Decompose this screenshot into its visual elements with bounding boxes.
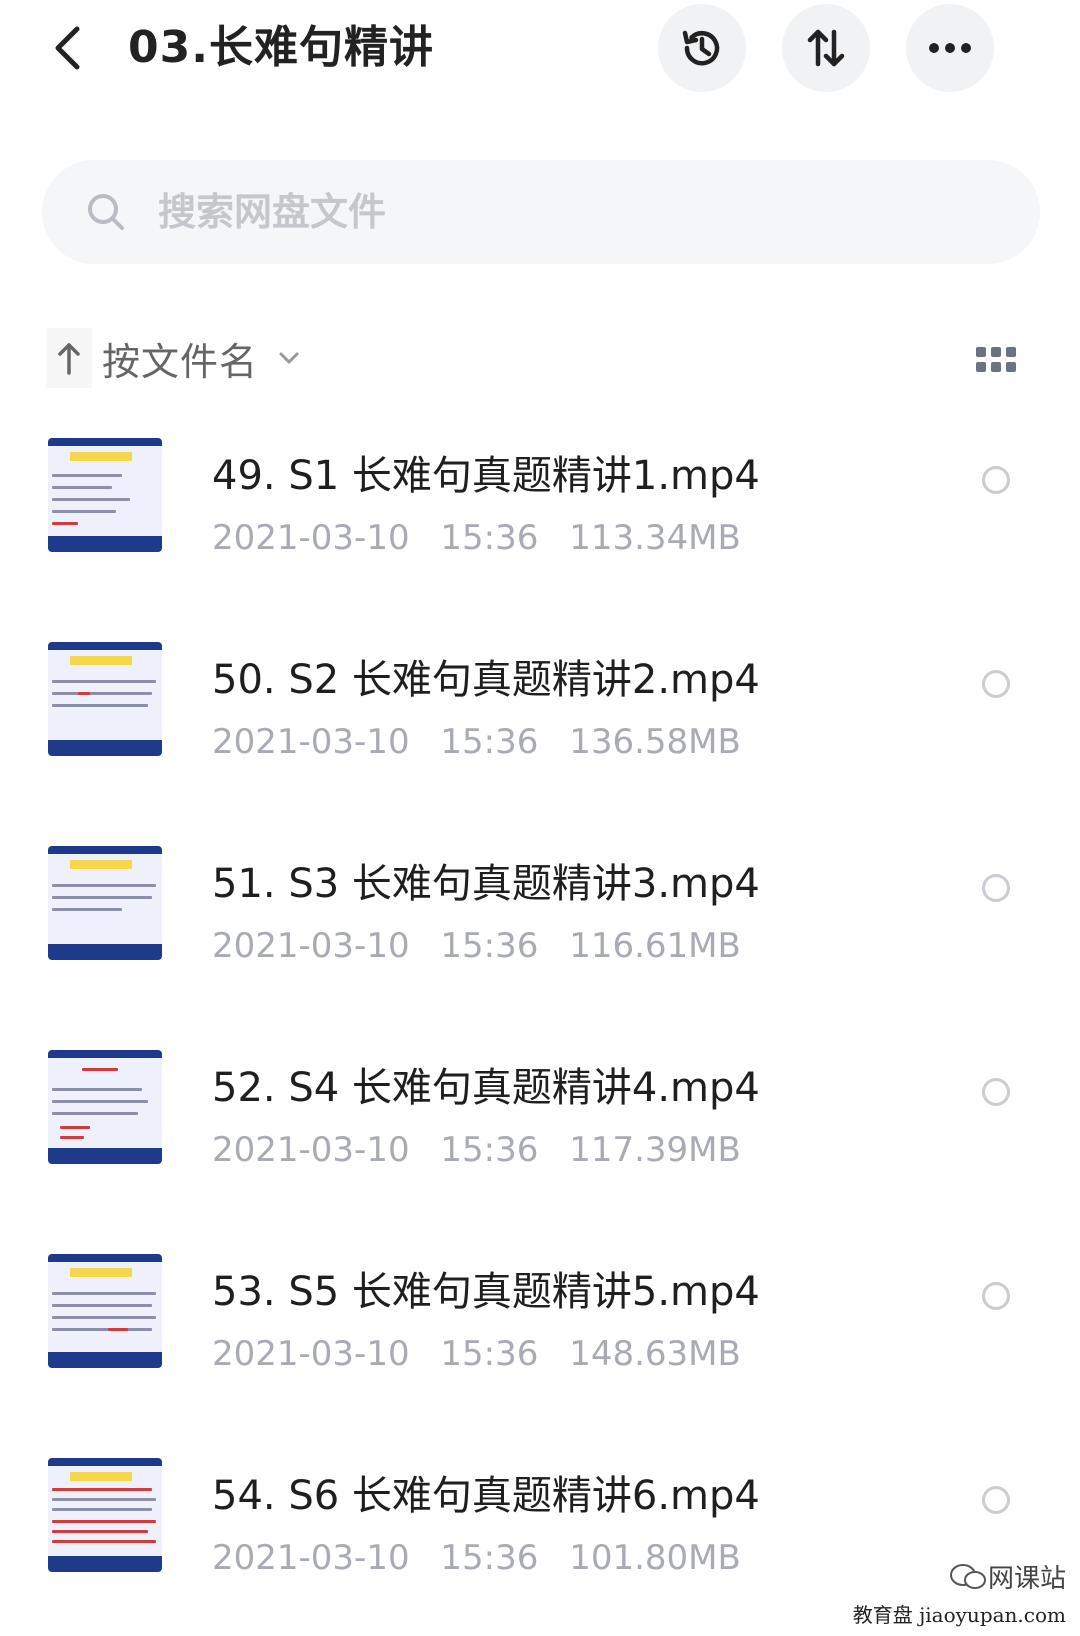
top-bar: 03.长难句精讲 [0, 0, 1080, 100]
select-radio[interactable] [982, 1486, 1010, 1514]
file-name: 50. S2 长难句真题精讲2.mp4 [212, 657, 760, 703]
video-thumbnail [48, 438, 162, 552]
sort-order-button[interactable] [782, 4, 870, 92]
back-arrow-icon [55, 26, 80, 70]
grid-view-icon[interactable] [976, 347, 1016, 375]
file-name: 49. S1 长难句真题精讲1.mp4 [212, 453, 760, 499]
file-size: 101.80MB [569, 1538, 741, 1578]
ascending-arrow-icon [46, 328, 92, 388]
file-row[interactable]: 51. S3 长难句真题精讲3.mp4 2021-03-10 15:36 116… [0, 818, 1080, 1022]
file-size: 113.34MB [569, 518, 741, 558]
select-radio[interactable] [982, 1282, 1010, 1310]
select-radio[interactable] [982, 874, 1010, 902]
file-date: 2021-03-10 [212, 926, 410, 966]
file-date: 2021-03-10 [212, 518, 410, 558]
file-list: 49. S1 长难句真题精讲1.mp4 2021-03-10 15:36 113… [0, 410, 1080, 1634]
file-size: 148.63MB [569, 1334, 741, 1374]
file-meta: 2021-03-10 15:36 113.34MB [212, 516, 741, 560]
file-time: 15:36 [440, 1130, 539, 1170]
file-date: 2021-03-10 [212, 1334, 410, 1374]
file-time: 15:36 [440, 1334, 539, 1374]
history-icon [682, 30, 720, 66]
sort-label: 按文件名 [102, 339, 259, 384]
more-dots-icon [929, 43, 971, 53]
file-size: 117.39MB [569, 1130, 741, 1170]
chevron-down-icon [278, 351, 300, 365]
watermark-title: 网课站 [987, 1564, 1066, 1594]
sort-selector[interactable]: 按文件名 [46, 328, 300, 388]
video-thumbnail [48, 1458, 162, 1572]
page-title: 03.长难句精讲 [128, 22, 434, 73]
file-name: 52. S4 长难句真题精讲4.mp4 [212, 1065, 760, 1111]
file-name: 54. S6 长难句真题精讲6.mp4 [212, 1473, 760, 1519]
file-size: 136.58MB [569, 722, 741, 762]
watermark: 网课站 教育盘 jiaoyupan.com [853, 1558, 1066, 1628]
history-button[interactable] [658, 4, 746, 92]
file-size: 116.61MB [569, 926, 741, 966]
file-row[interactable]: 50. S2 长难句真题精讲2.mp4 2021-03-10 15:36 136… [0, 614, 1080, 818]
file-row[interactable]: 53. S5 长难句真题精讲5.mp4 2021-03-10 15:36 148… [0, 1226, 1080, 1430]
search-bar[interactable] [42, 160, 1040, 264]
select-radio[interactable] [982, 1078, 1010, 1106]
file-date: 2021-03-10 [212, 722, 410, 762]
wechat-icon [949, 1563, 986, 1589]
video-thumbnail [48, 846, 162, 960]
video-thumbnail [48, 1050, 162, 1164]
file-time: 15:36 [440, 926, 539, 966]
file-meta: 2021-03-10 15:36 136.58MB [212, 720, 741, 764]
watermark-site: 教育盘 jiaoyupan.com [852, 1603, 1066, 1627]
select-radio[interactable] [982, 670, 1010, 698]
more-button[interactable] [906, 4, 994, 92]
file-meta: 2021-03-10 15:36 117.39MB [212, 1128, 741, 1172]
file-time: 15:36 [440, 722, 539, 762]
select-radio[interactable] [982, 466, 1010, 494]
file-name: 53. S5 长难句真题精讲5.mp4 [212, 1269, 760, 1315]
file-meta: 2021-03-10 15:36 116.61MB [212, 924, 741, 968]
search-input[interactable] [156, 171, 980, 253]
search-icon [86, 192, 126, 232]
sort-arrows-icon [807, 29, 845, 67]
video-thumbnail [48, 642, 162, 756]
file-date: 2021-03-10 [212, 1538, 410, 1578]
back-button[interactable] [52, 22, 92, 74]
video-thumbnail [48, 1254, 162, 1368]
file-meta: 2021-03-10 15:36 101.80MB [212, 1536, 741, 1580]
file-meta: 2021-03-10 15:36 148.63MB [212, 1332, 741, 1376]
file-row[interactable]: 52. S4 长难句真题精讲4.mp4 2021-03-10 15:36 117… [0, 1022, 1080, 1226]
file-time: 15:36 [440, 1538, 539, 1578]
file-time: 15:36 [440, 518, 539, 558]
file-name: 51. S3 长难句真题精讲3.mp4 [212, 861, 760, 907]
file-date: 2021-03-10 [212, 1130, 410, 1170]
file-row[interactable]: 49. S1 长难句真题精讲1.mp4 2021-03-10 15:36 113… [0, 410, 1080, 614]
